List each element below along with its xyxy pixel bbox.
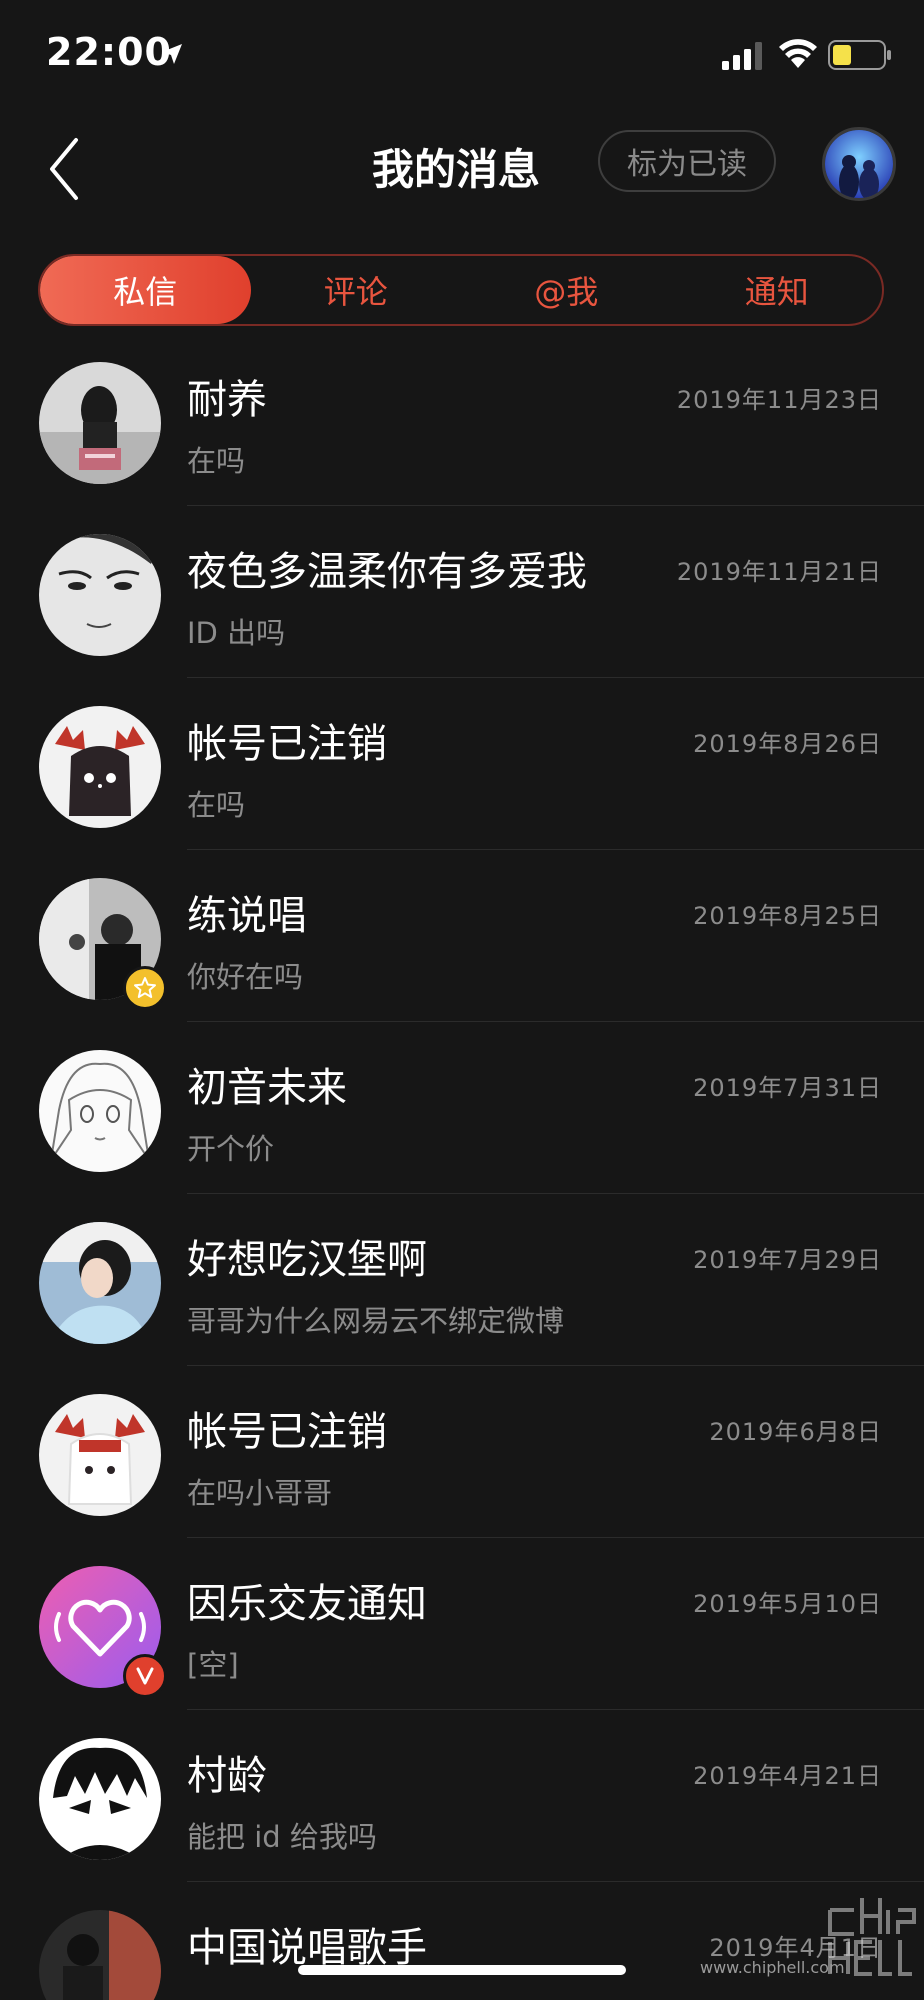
contact-name: 初音未来 <box>187 1065 347 1111</box>
contact-name: 耐养 <box>187 377 267 423</box>
contact-avatar <box>39 706 161 828</box>
contact-name: 因乐交友通知 <box>187 1581 427 1627</box>
message-preview: 哥哥为什么网易云不绑定微博 <box>187 1304 565 1338</box>
user-avatar[interactable] <box>822 127 896 201</box>
message-row[interactable]: 好想吃汉堡啊 哥哥为什么网易云不绑定微博 2019年7月29日 <box>0 1194 924 1366</box>
message-preview: 在吗小哥哥 <box>187 1476 333 1510</box>
verified-v-badge-icon <box>123 1654 167 1698</box>
cellular-signal-icon <box>722 42 762 70</box>
home-indicator[interactable] <box>298 1965 626 1975</box>
battery-icon <box>828 40 891 70</box>
message-date: 2019年7月31日 <box>693 1074 882 1102</box>
contact-avatar <box>39 362 161 484</box>
contact-avatar <box>39 1222 161 1344</box>
contact-name: 帐号已注销 <box>187 1409 387 1455</box>
message-date: 2019年7月29日 <box>693 1246 882 1274</box>
message-row[interactable]: 初音未来 开个价 2019年7月31日 <box>0 1022 924 1194</box>
message-date: 2019年5月10日 <box>693 1590 882 1618</box>
tab-notifications[interactable]: 通知 <box>672 256 883 324</box>
contact-avatar <box>39 1910 161 2000</box>
message-preview: 你好在吗 <box>187 960 304 994</box>
messages-screen: 22:00 我的消息 标为已读 私信 评论 @我 通知 耐养 在吗 2019年1… <box>0 0 924 2000</box>
header: 我的消息 标为已读 <box>0 110 924 260</box>
message-preview: 在吗 <box>187 788 246 822</box>
message-row[interactable]: 中国说唱歌手 2019年4月1日 <box>0 1882 924 2000</box>
watermark-text: www.chiphell.com <box>700 1958 845 1977</box>
contact-avatar <box>39 534 161 656</box>
message-row[interactable]: 练说唱 你好在吗 2019年8月25日 <box>0 850 924 1022</box>
message-preview: ID 出吗 <box>187 616 286 650</box>
message-row[interactable]: 村龄 能把 id 给我吗 2019年4月21日 <box>0 1710 924 1882</box>
contact-avatar <box>39 1394 161 1516</box>
message-list: 耐养 在吗 2019年11月23日 夜色多温柔你有多爱我 ID 出吗 2019年… <box>0 334 924 2000</box>
message-preview: 在吗 <box>187 444 246 478</box>
message-preview: 能把 id 给我吗 <box>187 1820 377 1854</box>
message-tabs: 私信 评论 @我 通知 <box>38 254 884 326</box>
location-arrow-icon <box>162 44 182 64</box>
message-row[interactable]: 耐养 在吗 2019年11月23日 <box>0 334 924 506</box>
back-chevron-icon[interactable] <box>44 134 88 204</box>
message-row[interactable]: 因乐交友通知 [空] 2019年5月10日 <box>0 1538 924 1710</box>
tab-comments[interactable]: 评论 <box>251 256 462 324</box>
message-preview: [空] <box>187 1648 239 1682</box>
message-row[interactable]: 帐号已注销 在吗小哥哥 2019年6月8日 <box>0 1366 924 1538</box>
star-badge-icon <box>123 966 167 1010</box>
mark-as-read-button[interactable]: 标为已读 <box>598 130 776 192</box>
contact-name: 好想吃汉堡啊 <box>187 1237 427 1283</box>
wifi-icon <box>779 39 817 68</box>
contact-name: 帐号已注销 <box>187 721 387 767</box>
tab-mentions[interactable]: @我 <box>461 256 672 324</box>
message-row[interactable]: 帐号已注销 在吗 2019年8月26日 <box>0 678 924 850</box>
tab-private-messages[interactable]: 私信 <box>40 256 251 324</box>
page-title: 我的消息 <box>372 145 541 194</box>
contact-name: 练说唱 <box>187 893 307 939</box>
contact-name: 夜色多温柔你有多爱我 <box>187 549 587 595</box>
message-date: 2019年8月26日 <box>693 730 882 758</box>
contact-avatar <box>39 1738 161 1860</box>
status-bar: 22:00 <box>0 0 924 110</box>
message-date: 2019年11月21日 <box>676 558 882 586</box>
message-row[interactable]: 夜色多温柔你有多爱我 ID 出吗 2019年11月21日 <box>0 506 924 678</box>
message-date: 2019年4月21日 <box>693 1762 882 1790</box>
message-date: 2019年6月8日 <box>709 1418 882 1446</box>
contact-avatar <box>39 1050 161 1172</box>
message-date: 2019年8月25日 <box>693 902 882 930</box>
message-date: 2019年11月23日 <box>676 386 882 414</box>
contact-name: 村龄 <box>187 1753 267 1799</box>
message-preview: 开个价 <box>187 1132 275 1166</box>
status-time: 22:00 <box>46 30 172 74</box>
